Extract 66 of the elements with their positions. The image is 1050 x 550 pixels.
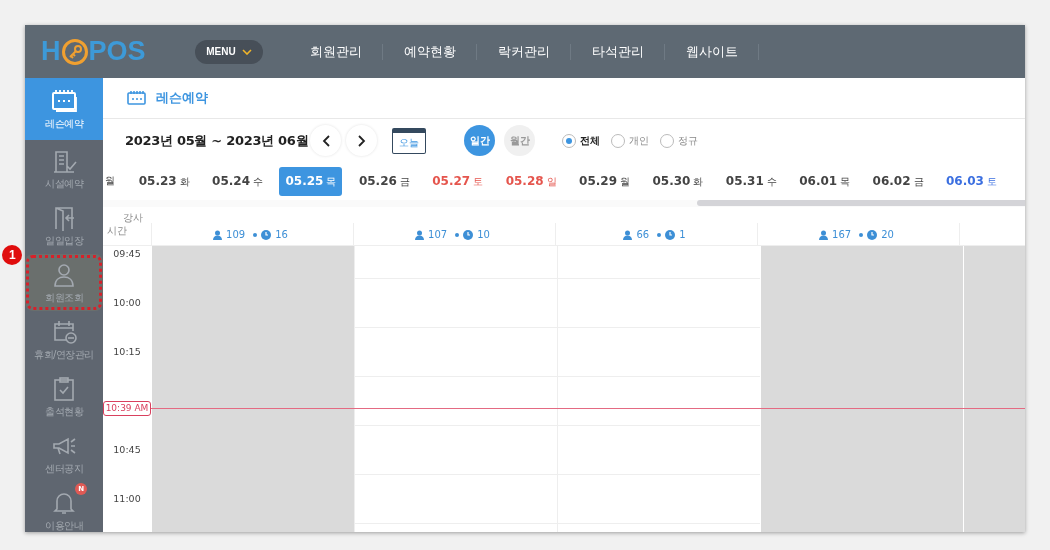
date-tab[interactable]: 05.26 금 bbox=[352, 166, 416, 196]
date-tab[interactable]: 05.24 수 bbox=[206, 166, 270, 196]
menu-button[interactable]: MENU bbox=[195, 39, 263, 64]
date-tab[interactable]: 05.28 일 bbox=[499, 166, 563, 196]
page-title: 레슨예약 bbox=[156, 89, 208, 107]
nav-link[interactable]: 락커관리 bbox=[477, 43, 571, 60]
date-tab[interactable]: 06.03 토 bbox=[940, 166, 1003, 196]
previous-button[interactable] bbox=[310, 125, 341, 156]
logo-text: H bbox=[41, 36, 61, 67]
date-tab[interactable]: 05.30 화 bbox=[646, 166, 710, 196]
radio-label: 정규 bbox=[678, 133, 698, 148]
date-tab[interactable]: 05.27 토 bbox=[426, 166, 490, 196]
time-label: 11:00 bbox=[113, 493, 141, 506]
time-label: 10:00 bbox=[113, 297, 141, 310]
date-tab[interactable]: 월 bbox=[103, 167, 117, 195]
column-header: 강사 bbox=[123, 211, 144, 224]
scrollbar[interactable] bbox=[697, 200, 1025, 206]
time-label: 10:45 bbox=[113, 444, 141, 457]
row-header: 시간 bbox=[106, 224, 127, 237]
separator-dot-icon bbox=[657, 232, 662, 237]
logo-text: POS bbox=[88, 36, 146, 67]
callout-badge: 1 bbox=[2, 245, 22, 265]
sidebar-item[interactable]: 레슨예약 bbox=[25, 78, 103, 140]
clock-icon bbox=[463, 229, 474, 240]
calendar-icon bbox=[127, 90, 147, 106]
separator-dot-icon bbox=[859, 232, 864, 237]
clock-icon bbox=[867, 229, 878, 240]
nav-link[interactable]: 회원관리 bbox=[289, 43, 383, 60]
calendar-icon bbox=[50, 87, 78, 115]
lesson-count: 16 bbox=[275, 229, 288, 240]
person-icon bbox=[819, 229, 829, 240]
view-toggle[interactable]: 일간 bbox=[464, 125, 495, 156]
lesson-count: 20 bbox=[881, 229, 894, 240]
nav-link[interactable]: 타석관리 bbox=[571, 43, 665, 60]
lesson-count: 1 bbox=[679, 229, 686, 240]
time-label: 09:45 bbox=[113, 248, 141, 261]
chevron-left-icon bbox=[321, 134, 330, 147]
person-icon bbox=[415, 229, 425, 240]
separator-dot-icon bbox=[253, 232, 258, 237]
member-count: 107 bbox=[428, 229, 448, 240]
clock-icon bbox=[665, 229, 676, 240]
separator-dot-icon bbox=[455, 232, 460, 237]
chevron-down-icon bbox=[241, 48, 252, 55]
current-time-marker: 10:39 AM bbox=[103, 401, 152, 416]
next-button[interactable] bbox=[346, 125, 377, 156]
date-tab[interactable]: 05.25 목 bbox=[279, 166, 343, 196]
radio-label: 전체 bbox=[580, 133, 600, 148]
time-label: 10:15 bbox=[113, 346, 141, 359]
person-icon bbox=[213, 229, 223, 240]
date-tab[interactable]: 05.29 월 bbox=[573, 166, 636, 196]
key-icon bbox=[61, 38, 88, 65]
date-tab[interactable]: 06.02 금 bbox=[866, 166, 930, 196]
member-count: 66 bbox=[636, 229, 650, 240]
member-count: 109 bbox=[226, 229, 246, 240]
today-button[interactable]: 오늘 bbox=[392, 127, 426, 154]
nav-link[interactable]: 웹사이트 bbox=[665, 43, 759, 60]
nav-link[interactable]: 예약현황 bbox=[383, 43, 477, 60]
lesson-count: 10 bbox=[477, 229, 490, 240]
date-tab[interactable]: 05.31 수 bbox=[719, 166, 783, 196]
chevron-right-icon bbox=[357, 134, 366, 147]
date-tab[interactable]: 05.23 화 bbox=[132, 166, 196, 196]
clock-icon bbox=[261, 229, 272, 240]
date-tab[interactable]: 06.01 목 bbox=[793, 166, 857, 196]
radio-label: 개인 bbox=[629, 133, 649, 148]
person-icon bbox=[623, 229, 633, 240]
member-count: 167 bbox=[832, 229, 852, 240]
